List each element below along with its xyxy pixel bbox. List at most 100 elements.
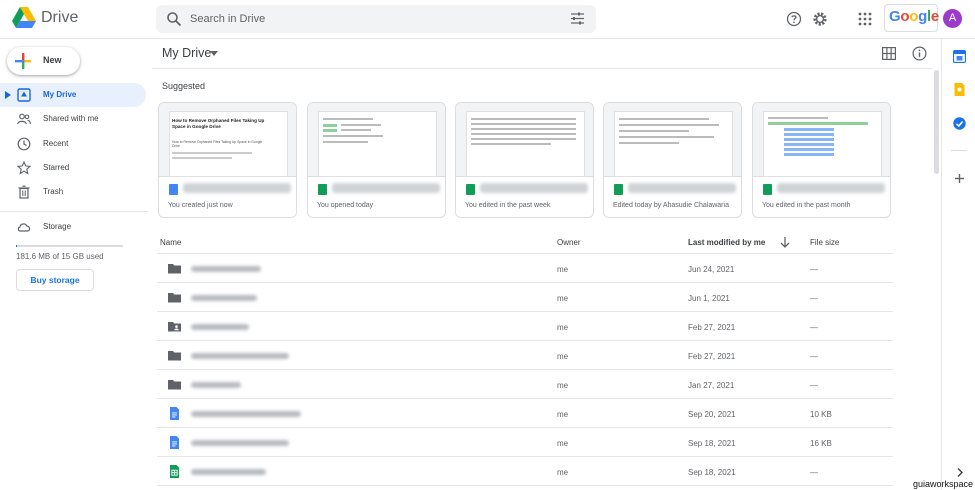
table-row[interactable]: me Feb 27, 2021 —: [157, 341, 893, 370]
sheet-preview: [466, 111, 585, 177]
trash-icon: [18, 185, 30, 199]
file-size: —: [810, 468, 818, 477]
folder-icon: [168, 380, 181, 390]
table-row[interactable]: me Jan 27, 2021 —: [157, 370, 893, 399]
table-row[interactable]: me Sep 20, 2021 10 KB: [157, 399, 893, 428]
info-icon[interactable]: [912, 46, 927, 61]
preview-line: [768, 117, 828, 119]
column-header-file-size[interactable]: File size: [810, 238, 839, 247]
clock-icon: [17, 137, 31, 151]
card-subtitle: Edited today by Ahasudie Chalawaria: [613, 202, 729, 209]
folder-icon: [168, 264, 181, 274]
sort-arrow-down-icon[interactable]: [780, 237, 790, 248]
card-subtitle: You opened today: [317, 202, 374, 209]
preview-line: [341, 124, 381, 126]
sidebar-item-storage[interactable]: Storage: [0, 215, 146, 239]
suggested-card[interactable]: You opened today: [307, 102, 446, 218]
sidebar-item-starred[interactable]: Starred: [0, 156, 146, 180]
preview-title: How to Remove Orphaned Files Taking Up S…: [172, 118, 265, 129]
preview-line: [471, 118, 576, 120]
file-modified: Sep 18, 2021: [688, 468, 736, 477]
sidebar: New My Drive Shared with me Recent Starr…: [0, 39, 152, 490]
avatar[interactable]: A: [943, 9, 962, 28]
sheets-icon: [763, 184, 772, 195]
cloud-icon: [17, 223, 31, 232]
table-row[interactable]: me Feb 27, 2021 —: [157, 312, 893, 341]
column-header-owner[interactable]: Owner: [557, 238, 581, 247]
doc-icon: [169, 184, 178, 195]
storage-usage-bar: [16, 245, 123, 247]
expand-caret-icon[interactable]: [5, 91, 11, 99]
card-subtitle: You created just now: [168, 202, 233, 209]
card-thumbnail: [308, 103, 445, 177]
preview-cell: [784, 128, 834, 131]
drive-logo-icon[interactable]: [12, 7, 36, 29]
help-icon[interactable]: [786, 11, 802, 27]
file-name: [191, 469, 266, 475]
google-account-logo[interactable]: Google: [884, 4, 939, 32]
chevron-down-icon[interactable]: [210, 51, 218, 56]
search-icon[interactable]: [166, 11, 182, 27]
suggested-card[interactable]: Edited today by Ahasudie Chalawaria: [603, 102, 742, 218]
buy-storage-button[interactable]: Buy storage: [16, 269, 94, 291]
sidebar-item-recent[interactable]: Recent: [0, 132, 146, 156]
file-owner: me: [557, 352, 569, 361]
scrollbar-thumb[interactable]: [934, 70, 939, 174]
card-subtitle: You edited in the past month: [762, 202, 851, 209]
file-modified: Jun 1, 2021: [688, 294, 730, 303]
file-name: [191, 382, 241, 388]
sidebar-item-trash[interactable]: Trash: [0, 180, 146, 204]
suggested-card[interactable]: You edited in the past month: [752, 102, 891, 218]
column-header-last-modified[interactable]: Last modified by me: [688, 238, 765, 247]
preview-line: [471, 133, 576, 135]
search-input[interactable]: [190, 8, 550, 30]
file-name: [191, 324, 249, 330]
grid-view-icon[interactable]: [882, 47, 896, 60]
search-options-icon[interactable]: [570, 11, 585, 26]
preview-line: [172, 152, 252, 154]
table-row[interactable]: me Sep 18, 2021 —: [157, 457, 893, 486]
add-addon-plus-icon[interactable]: [953, 172, 966, 185]
app-name[interactable]: Drive: [41, 9, 78, 27]
table-row[interactable]: me Sep 18, 2021 16 KB: [157, 428, 893, 457]
column-header-name[interactable]: Name: [160, 238, 181, 247]
doc-preview: How to Remove Orphaned Files Taking Up S…: [169, 111, 288, 177]
card-thumbnail: [456, 103, 593, 177]
chevron-right-icon[interactable]: [953, 466, 966, 479]
apps-grid-icon[interactable]: [857, 11, 873, 27]
file-owner: me: [557, 468, 569, 477]
table-row[interactable]: me Jun 1, 2021 —: [157, 283, 893, 312]
table-row[interactable]: me Jun 24, 2021 —: [157, 254, 893, 283]
calendar-icon[interactable]: [953, 50, 966, 63]
my-drive-icon: [17, 88, 31, 102]
card-title: [183, 183, 291, 193]
card-title: [480, 183, 588, 193]
card-title: [777, 183, 885, 193]
suggested-card[interactable]: You edited in the past week: [455, 102, 594, 218]
sidebar-item-shared[interactable]: Shared with me: [0, 107, 146, 131]
preview-line: [471, 128, 576, 130]
top-bar: Drive Google: [0, 0, 975, 39]
preview-line: [341, 129, 371, 131]
suggested-card[interactable]: How to Remove Orphaned Files Taking Up S…: [158, 102, 297, 218]
tasks-icon[interactable]: [953, 117, 966, 130]
google-wordmark: Google: [889, 8, 939, 25]
preview-line: [471, 123, 576, 125]
breadcrumb[interactable]: My Drive: [162, 46, 211, 60]
sheets-icon: [318, 184, 327, 195]
new-button[interactable]: New: [7, 47, 80, 75]
settings-gear-icon[interactable]: [812, 11, 828, 27]
sidebar-item-label: My Drive: [43, 90, 77, 99]
search-bar[interactable]: [156, 5, 596, 33]
sidebar-item-my-drive[interactable]: My Drive: [0, 83, 146, 107]
sheet-preview: [614, 111, 733, 177]
file-owner: me: [557, 294, 569, 303]
suggested-heading: Suggested: [162, 81, 206, 91]
watermark-text: guiaworkspace: [913, 479, 974, 489]
keep-icon[interactable]: [953, 83, 966, 96]
card-thumbnail: How to Remove Orphaned Files Taking Up S…: [159, 103, 296, 177]
card-subtitle: You edited in the past week: [465, 202, 551, 209]
preview-cell: [323, 129, 337, 132]
file-modified: Jan 27, 2021: [688, 381, 735, 390]
google-sheets-icon: [170, 465, 179, 478]
